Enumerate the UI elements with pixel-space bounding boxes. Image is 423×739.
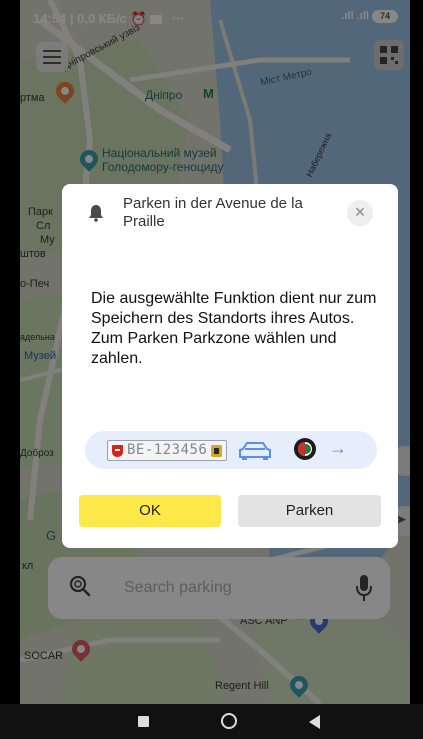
bell-icon [89, 205, 103, 222]
phone-frame: Дніпровський узвіз ртма Дніпро M Міст Ме… [0, 0, 423, 739]
license-plate: BE-123456 [107, 440, 227, 461]
vehicle-selector[interactable]: BE-123456 → [85, 431, 377, 469]
alfa-romeo-logo-icon [294, 438, 316, 460]
parken-button[interactable]: Parken [238, 495, 381, 527]
canton-emblem-icon [211, 445, 222, 457]
license-plate-number: BE-123456 [127, 442, 208, 458]
parking-dialog: Parken in der Avenue de la Praille × Die… [62, 184, 398, 548]
dialog-message: Die ausgewählte Funktion dient nur zum S… [91, 290, 377, 367]
home-button[interactable] [221, 713, 237, 729]
system-nav-bar [0, 704, 423, 739]
dialog-title: Parken in der Avenue de la Praille [123, 195, 303, 230]
arrow-right-icon[interactable]: → [329, 438, 347, 459]
car-icon [239, 442, 271, 460]
ok-button[interactable]: OK [79, 495, 221, 527]
close-button[interactable]: × [347, 200, 373, 226]
recents-button[interactable] [138, 716, 149, 727]
back-button[interactable] [309, 715, 320, 729]
swiss-shield-icon [112, 445, 123, 457]
